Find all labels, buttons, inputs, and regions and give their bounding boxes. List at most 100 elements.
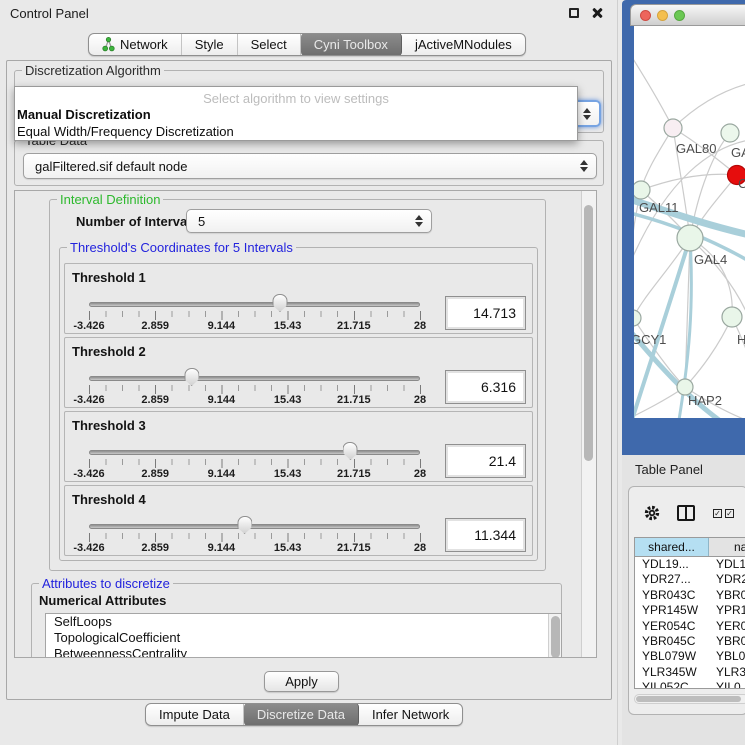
table-panel: ✓ ✓ shared... na YDL19...YDL1 YDR27...YD… xyxy=(628,486,745,715)
horizontal-scrollbar[interactable] xyxy=(634,694,745,704)
window-titlebar[interactable] xyxy=(630,4,745,26)
label-ga: GA xyxy=(731,145,745,160)
threshold-panel-4: Threshold 4 -3.426 2.859 9.144 15.43 21.… xyxy=(64,485,533,556)
vertical-scrollbar[interactable] xyxy=(581,191,596,657)
slider-thumb[interactable] xyxy=(237,516,252,534)
dropdown-hint: Select algorithm to view settings xyxy=(15,91,577,106)
num-intervals-value: 5 xyxy=(198,214,205,229)
threshold-panel-3: Threshold 3 -3.426 2.859 9.144 15.43 21.… xyxy=(64,411,533,482)
threshold-4-label: Threshold 4 xyxy=(72,492,146,507)
table-row[interactable]: YDR27...YDR2 xyxy=(635,572,745,587)
dropdown-item-equal-width[interactable]: Equal Width/Frequency Discretization xyxy=(17,124,573,139)
label-hap2: HAP2 xyxy=(688,393,722,408)
threshold-1-value[interactable]: 14.713 xyxy=(445,296,526,330)
table-panel-section: Table Panel ✓ ✓ shared... na YDL19...YDL… xyxy=(622,455,745,745)
slider-track[interactable] xyxy=(89,450,420,455)
num-intervals-combobox[interactable]: 5 xyxy=(186,209,432,233)
gear-icon xyxy=(643,504,661,522)
threshold-coordinates-title: Threshold's Coordinates for 5 Intervals xyxy=(67,240,296,255)
threshold-panel-2: Threshold 2 -3.426 2.859 9.144 15.43 21.… xyxy=(64,337,533,408)
table-data-combobox[interactable]: galFiltered.sif default node xyxy=(23,153,597,179)
numerical-attributes-list: SelfLoops TopologicalCoefficient Between… xyxy=(45,613,562,658)
numerical-attributes-label: Numerical Attributes xyxy=(39,593,166,608)
slider-thumb[interactable] xyxy=(184,368,199,386)
list-item[interactable]: BetweennessCentrality xyxy=(46,646,561,658)
threshold-2-value[interactable]: 6.316 xyxy=(445,370,526,404)
checkbox-icon[interactable]: ✓ xyxy=(725,509,734,518)
slider-thumb[interactable] xyxy=(343,442,358,460)
apply-button[interactable]: Apply xyxy=(264,671,339,692)
node-table: shared... na YDL19...YDL1 YDR27...YDR2 Y… xyxy=(634,537,745,689)
checkbox-icon[interactable]: ✓ xyxy=(713,509,722,518)
table-data-value: galFiltered.sif default node xyxy=(35,159,187,174)
list-scrollbar[interactable] xyxy=(548,614,561,658)
node-h xyxy=(722,307,742,327)
table-row[interactable]: YIL052CYIL0 xyxy=(635,680,745,689)
table-row[interactable]: YDL19...YDL1 xyxy=(635,557,745,572)
node-gal80 xyxy=(664,119,682,137)
table-row[interactable]: YBR045CYBR0 xyxy=(635,634,745,649)
table-row[interactable]: YPR145WYPR1 xyxy=(635,603,745,618)
bottom-tab-bar: Impute Data Discretize Data Infer Networ… xyxy=(145,703,463,726)
tab-cyni-toolbox[interactable]: Cyni Toolbox xyxy=(301,33,402,56)
stepper-icon xyxy=(580,160,588,172)
label-gcy1: GCY1 xyxy=(634,332,666,347)
top-tab-bar: Network Style Select Cyni Toolbox jActiv… xyxy=(88,33,526,56)
network-view-window: GAL80 GA C GAL11 GAL4 GCY1 H HAP2 xyxy=(622,0,745,455)
table-row[interactable]: YLR345WYLR3 xyxy=(635,665,745,680)
float-icon[interactable] xyxy=(569,8,579,18)
node-gal4 xyxy=(677,225,703,251)
window-minimize-button[interactable] xyxy=(657,10,668,21)
settings-scrollpane: Interval Definition Number of Intervals … xyxy=(14,190,597,658)
column-header-name[interactable]: na xyxy=(709,538,745,556)
num-intervals-label: Number of Intervals xyxy=(76,214,198,229)
tab-infer-network[interactable]: Infer Network xyxy=(359,704,462,725)
table-header-row: shared... na xyxy=(635,538,745,557)
tab-discretize-data[interactable]: Discretize Data xyxy=(244,703,359,726)
window-close-button[interactable] xyxy=(640,10,651,21)
tab-jactivemnodules[interactable]: jActiveMNodules xyxy=(402,34,525,55)
tab-network[interactable]: Network xyxy=(89,34,182,55)
stepper-icon xyxy=(415,215,423,227)
label-h: H xyxy=(737,332,745,347)
list-item[interactable]: SelfLoops xyxy=(46,614,561,630)
tab-style[interactable]: Style xyxy=(182,34,238,55)
slider-track[interactable] xyxy=(89,376,420,381)
interval-definition-title: Interval Definition xyxy=(57,192,163,207)
columns-icon[interactable] xyxy=(677,505,695,521)
control-panel-titlebar: Control Panel xyxy=(0,0,617,26)
attributes-group-title: Attributes to discretize xyxy=(39,576,173,591)
scrollbar-thumb[interactable] xyxy=(636,696,741,702)
threshold-3-value[interactable]: 21.4 xyxy=(445,444,526,478)
network-graph: GAL80 GA C GAL11 GAL4 GCY1 H HAP2 xyxy=(634,26,745,418)
table-row[interactable]: YER054CYER0 xyxy=(635,619,745,634)
slider-track[interactable] xyxy=(89,524,420,529)
slider-thumb[interactable] xyxy=(272,294,287,312)
node-gal11 xyxy=(634,181,650,199)
table-row[interactable]: YBR043CYBR0 xyxy=(635,588,745,603)
column-header-shared-name[interactable]: shared... xyxy=(635,538,709,556)
panel-title: Control Panel xyxy=(10,6,89,21)
list-item[interactable]: TopologicalCoefficient xyxy=(46,630,561,646)
close-icon[interactable] xyxy=(591,7,603,19)
label-gal80: GAL80 xyxy=(676,141,716,156)
network-canvas[interactable]: GAL80 GA C GAL11 GAL4 GCY1 H HAP2 xyxy=(634,26,745,418)
network-icon xyxy=(102,37,115,52)
algorithm-group-title: Discretization Algorithm xyxy=(22,63,164,78)
dropdown-item-manual[interactable]: Manual Discretization xyxy=(17,107,573,122)
label-gal11: GAL11 xyxy=(639,200,679,215)
tab-network-label: Network xyxy=(120,37,168,52)
window-zoom-button[interactable] xyxy=(674,10,685,21)
table-data-group: Table Data galFiltered.sif default node xyxy=(14,140,604,186)
threshold-1-label: Threshold 1 xyxy=(72,270,146,285)
scrollbar-thumb[interactable] xyxy=(584,205,593,461)
control-panel: Control Panel Network Style Select Cyni … xyxy=(0,0,618,745)
node-gcy1 xyxy=(634,310,641,326)
threshold-panel-1: Threshold 1 -3.426 2.859 9.144 15.43 21.… xyxy=(64,263,533,334)
tab-select[interactable]: Select xyxy=(238,34,301,55)
threshold-4-value[interactable]: 11.344 xyxy=(445,518,526,552)
tab-impute-data[interactable]: Impute Data xyxy=(146,704,244,725)
slider-track[interactable] xyxy=(89,302,420,307)
settings-gear-button[interactable] xyxy=(643,504,661,522)
table-row[interactable]: YBL079WYBL0 xyxy=(635,649,745,664)
